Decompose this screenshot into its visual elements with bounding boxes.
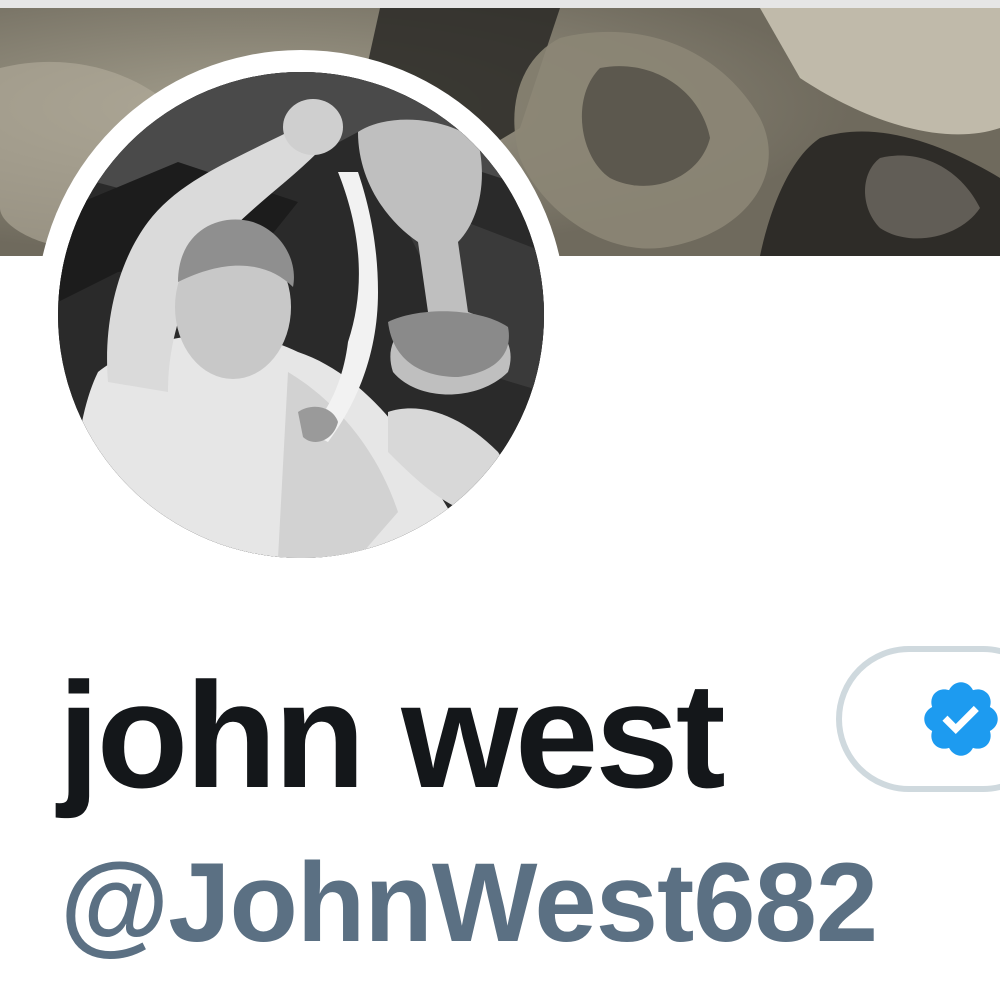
profile-photo-icon	[58, 72, 544, 558]
profile-page: john west @JohnWest682	[0, 0, 1000, 1000]
top-status-strip	[0, 0, 1000, 8]
profile-display-name: john west	[58, 651, 726, 819]
avatar-photo	[58, 72, 544, 558]
avatar[interactable]	[36, 50, 566, 580]
profile-handle: @JohnWest682	[60, 840, 878, 965]
verified-badge-icon	[924, 682, 998, 756]
